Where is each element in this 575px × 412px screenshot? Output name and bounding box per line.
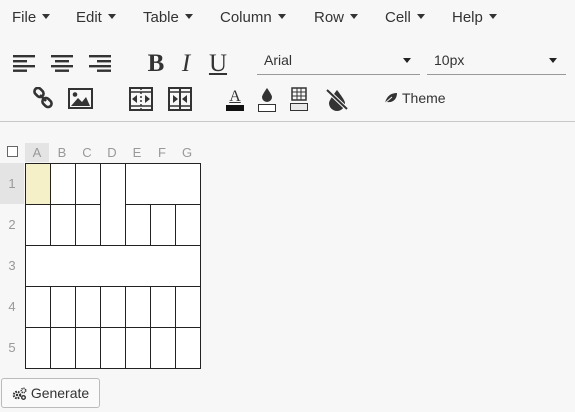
menu-table[interactable]: Table [143, 9, 193, 26]
font-family-value: Arial [264, 52, 293, 68]
caret-down-icon [488, 13, 497, 19]
cell-b4[interactable] [50, 286, 76, 328]
menu-bar: File Edit Table Column Row Cell Help [0, 0, 575, 36]
bold-button[interactable]: B [145, 50, 167, 76]
caret-down-icon [184, 13, 193, 19]
leaf-icon [384, 93, 397, 104]
text-color-icon: A [229, 87, 241, 105]
cell-d1[interactable] [100, 163, 126, 246]
theme-button[interactable]: Theme [384, 90, 446, 106]
fill-color-swatch [258, 103, 276, 112]
column-header-a[interactable]: A [25, 143, 49, 162]
cell-e5[interactable] [125, 327, 151, 369]
cell-a3[interactable] [25, 245, 201, 287]
cell-b2[interactable] [50, 204, 76, 246]
column-header-g[interactable]: G [175, 145, 199, 160]
fill-color-button[interactable] [258, 86, 276, 112]
clear-format-icon [325, 88, 349, 111]
insert-image-button[interactable] [68, 88, 93, 109]
row-header-2[interactable]: 2 [0, 204, 24, 245]
generate-button[interactable]: Generate [1, 378, 100, 408]
generate-label: Generate [30, 385, 90, 401]
column-header-e[interactable]: E [125, 145, 149, 160]
align-right-button[interactable] [88, 54, 112, 72]
caret-down-icon [277, 13, 286, 19]
split-cells-button[interactable] [168, 87, 192, 111]
column-header-b[interactable]: B [50, 145, 74, 160]
cell-b5[interactable] [50, 327, 76, 369]
cell-g5[interactable] [175, 327, 201, 369]
caret-down-icon [416, 13, 425, 19]
chevron-down-icon [549, 58, 557, 63]
border-button[interactable] [290, 86, 308, 112]
split-cells-icon [168, 87, 192, 111]
align-left-icon [13, 55, 35, 72]
cell-c4[interactable] [75, 286, 101, 328]
cell-g4[interactable] [175, 286, 201, 328]
menu-row[interactable]: Row [314, 9, 359, 26]
column-header-d[interactable]: D [100, 145, 124, 160]
caret-down-icon [42, 13, 51, 19]
chevron-down-icon [403, 58, 411, 63]
column-header-f[interactable]: F [150, 145, 174, 160]
align-center-icon [51, 55, 73, 72]
clear-format-button[interactable] [325, 87, 349, 111]
toolbar-divider [0, 121, 575, 122]
select-all-checkbox[interactable] [7, 146, 18, 157]
fill-color-icon [262, 87, 272, 102]
text-color-swatch [226, 104, 244, 111]
image-icon [68, 88, 93, 109]
link-icon [33, 87, 53, 109]
text-color-button[interactable]: A [226, 86, 244, 112]
cell-f5[interactable] [150, 327, 176, 369]
font-size-select[interactable]: 10px [427, 48, 566, 75]
menu-column[interactable]: Column [220, 9, 286, 26]
font-family-select[interactable]: Arial [257, 48, 420, 75]
insert-link-button[interactable] [32, 87, 54, 109]
cell-f4[interactable] [150, 286, 176, 328]
cell-f2[interactable] [150, 204, 176, 246]
cell-g2[interactable] [175, 204, 201, 246]
menu-cell[interactable]: Cell [385, 9, 425, 26]
merge-cells-icon [129, 87, 153, 111]
cell-e1[interactable] [125, 163, 201, 205]
border-icon [291, 87, 307, 101]
row-header-4[interactable]: 4 [0, 286, 24, 327]
align-right-icon [89, 55, 111, 72]
border-color-swatch [290, 103, 308, 111]
align-left-button[interactable] [12, 54, 36, 72]
cell-a5[interactable] [25, 327, 51, 369]
caret-down-icon [107, 13, 116, 19]
cell-e4[interactable] [125, 286, 151, 328]
gears-icon [12, 386, 27, 400]
row-header-1[interactable]: 1 [0, 163, 24, 204]
cell-a4[interactable] [25, 286, 51, 328]
menu-edit[interactable]: Edit [76, 9, 116, 26]
italic-button[interactable]: I [176, 50, 196, 76]
cell-d5[interactable] [100, 327, 126, 369]
cell-c5[interactable] [75, 327, 101, 369]
column-header-c[interactable]: C [75, 145, 99, 160]
cell-a2[interactable] [25, 204, 51, 246]
menu-help[interactable]: Help [452, 9, 497, 26]
theme-label: Theme [402, 90, 446, 106]
cell-d4[interactable] [100, 286, 126, 328]
merge-cells-button[interactable] [129, 87, 153, 111]
cell-c1[interactable] [75, 163, 101, 205]
row-header-3[interactable]: 3 [0, 245, 24, 286]
row-header-5[interactable]: 5 [0, 327, 24, 368]
underline-button[interactable]: U [207, 50, 229, 76]
cell-b1[interactable] [50, 163, 76, 205]
cell-c2[interactable] [75, 204, 101, 246]
font-size-value: 10px [434, 52, 465, 68]
align-center-button[interactable] [50, 54, 74, 72]
menu-file[interactable]: File [12, 9, 51, 26]
cell-a1[interactable] [25, 163, 51, 205]
cell-e2[interactable] [125, 204, 151, 246]
caret-down-icon [350, 13, 359, 19]
